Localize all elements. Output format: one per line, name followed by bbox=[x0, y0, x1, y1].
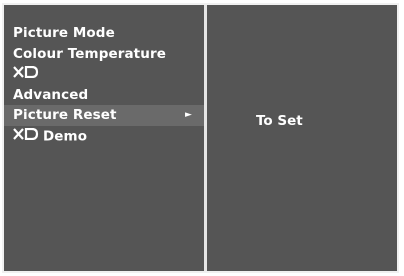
menu-item-picture-mode[interactable]: Picture Mode bbox=[4, 23, 204, 44]
menu-item-label: Picture Mode bbox=[13, 25, 115, 41]
menu-item-xd-demo[interactable]: Demo bbox=[4, 126, 204, 147]
xd-logo-icon bbox=[13, 126, 39, 147]
panel-divider bbox=[204, 5, 207, 271]
menu-item-label: Demo bbox=[43, 127, 88, 144]
picture-menu: Picture Mode Colour Temperature Advanced… bbox=[4, 23, 204, 146]
arrow-right-icon: ► bbox=[185, 110, 193, 120]
menu-item-picture-reset[interactable]: Picture Reset ► bbox=[4, 105, 204, 126]
menu-item-advanced[interactable]: Advanced bbox=[4, 85, 204, 106]
menu-item-colour-temperature[interactable]: Colour Temperature bbox=[4, 44, 204, 65]
menu-item-label: Advanced bbox=[13, 86, 89, 103]
submenu-to-set[interactable]: To Set bbox=[256, 113, 303, 129]
menu-item-label: Picture Reset bbox=[13, 107, 117, 123]
menu-item-label: Colour Temperature bbox=[13, 45, 166, 62]
xd-logo-icon bbox=[13, 64, 39, 85]
menu-item-xd[interactable] bbox=[4, 64, 204, 85]
tv-osd-menu: Picture Mode Colour Temperature Advanced… bbox=[2, 3, 399, 273]
